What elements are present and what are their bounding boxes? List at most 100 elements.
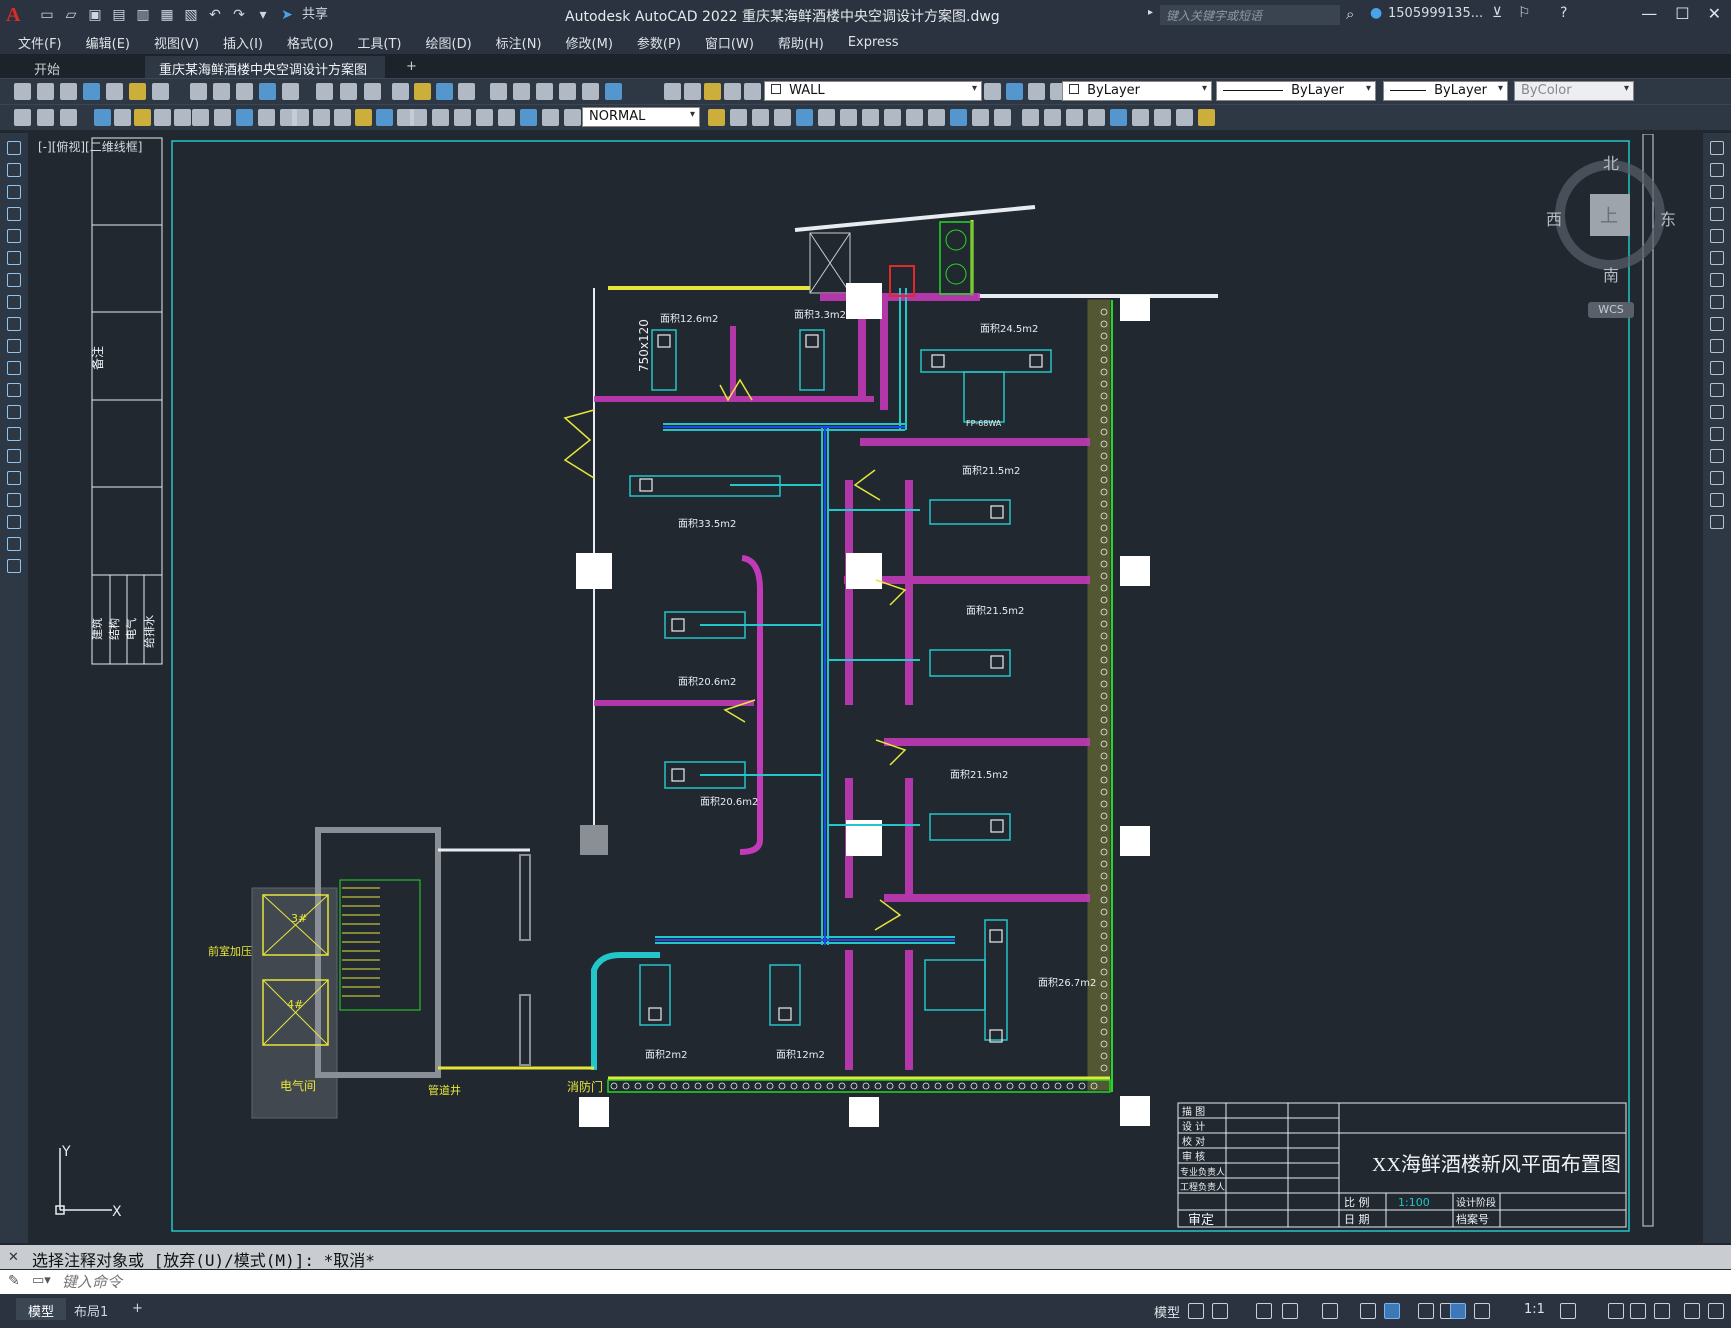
annotation-scale[interactable]: 1:1 xyxy=(1524,1302,1545,1317)
modify-tool-icon[interactable] xyxy=(1710,229,1724,243)
minimize-icon[interactable]: — xyxy=(1641,4,1657,23)
menu-edit[interactable]: 编辑(E) xyxy=(86,33,130,52)
draw-tool-icon[interactable] xyxy=(7,251,21,265)
dimension-tool-icon[interactable] xyxy=(730,109,747,126)
modify-tool-icon[interactable] xyxy=(1710,383,1724,397)
dimension-tool-icon[interactable] xyxy=(1110,109,1127,126)
dimension-tool-icon[interactable] xyxy=(498,109,515,126)
dimension-tool-icon[interactable] xyxy=(154,109,171,126)
standard-tool-icon[interactable] xyxy=(1028,83,1045,100)
standard-tool-icon[interactable] xyxy=(414,83,431,100)
lineweight-dropdown[interactable]: ByLayer ▾ xyxy=(1383,81,1508,101)
customization-menu-icon[interactable] xyxy=(1708,1303,1724,1319)
dimension-tool-icon[interactable] xyxy=(774,109,791,126)
clean-screen-icon[interactable] xyxy=(1684,1303,1700,1319)
standard-tool-icon[interactable] xyxy=(1006,83,1023,100)
standard-tool-icon[interactable] xyxy=(536,83,553,100)
dimension-tool-icon[interactable] xyxy=(214,109,231,126)
save-web-icon[interactable]: ▦ xyxy=(158,6,176,24)
open-file-icon[interactable]: ▱ xyxy=(62,6,80,24)
add-layout-button[interactable]: + xyxy=(120,1298,155,1320)
modify-tool-icon[interactable] xyxy=(1710,515,1724,529)
drawing-canvas[interactable]: 备注 建筑 结构 电气 给排水 Y X XX海鲜酒楼新风平面布置图 描 图 设 … xyxy=(30,134,1700,1234)
standard-tool-icon[interactable] xyxy=(724,83,741,100)
ortho-icon[interactable] xyxy=(1256,1303,1272,1319)
modify-tool-icon[interactable] xyxy=(1710,273,1724,287)
dimension-tool-icon[interactable] xyxy=(334,109,351,126)
standard-tool-icon[interactable] xyxy=(83,83,100,100)
dimension-tool-icon[interactable] xyxy=(884,109,901,126)
dimension-tool-icon[interactable] xyxy=(1088,109,1105,126)
draw-tool-icon[interactable] xyxy=(7,339,21,353)
dimension-tool-icon[interactable] xyxy=(994,109,1011,126)
auto-scale-icon[interactable] xyxy=(1474,1303,1490,1319)
compass-west[interactable]: 西 xyxy=(1546,206,1562,230)
draw-tool-icon[interactable] xyxy=(7,229,21,243)
draw-tool-icon[interactable] xyxy=(7,427,21,441)
dimension-tool-icon[interactable] xyxy=(542,109,559,126)
app-store-icon[interactable]: ⚐ xyxy=(1518,5,1531,21)
standard-tool-icon[interactable] xyxy=(213,83,230,100)
dimension-tool-icon[interactable] xyxy=(752,109,769,126)
isodraft-icon[interactable] xyxy=(1322,1303,1338,1319)
annotation-visibility-icon[interactable] xyxy=(1450,1303,1466,1319)
standard-tool-icon[interactable] xyxy=(259,83,276,100)
standard-tool-icon[interactable] xyxy=(704,83,721,100)
standard-tool-icon[interactable] xyxy=(60,83,77,100)
dimension-tool-icon[interactable] xyxy=(355,109,372,126)
menu-draw[interactable]: 绘图(D) xyxy=(426,33,472,52)
redo-icon[interactable]: ↷ xyxy=(230,6,248,24)
dimension-tool-icon[interactable] xyxy=(60,109,77,126)
modify-tool-icon[interactable] xyxy=(1710,449,1724,463)
dimension-tool-icon[interactable] xyxy=(708,109,725,126)
draw-tool-icon[interactable] xyxy=(7,185,21,199)
dimension-tool-icon[interactable] xyxy=(432,109,449,126)
standard-tool-icon[interactable] xyxy=(37,83,54,100)
dimension-tool-icon[interactable] xyxy=(564,109,581,126)
draw-tool-icon[interactable] xyxy=(7,163,21,177)
customize-dropdown-icon[interactable]: ▾ xyxy=(254,6,272,24)
menu-dimension[interactable]: 标注(N) xyxy=(496,33,542,52)
textstyle-dropdown[interactable]: NORMAL ▾ xyxy=(582,107,700,127)
dimension-tool-icon[interactable] xyxy=(928,109,945,126)
dimension-tool-icon[interactable] xyxy=(114,109,131,126)
dimension-tool-icon[interactable] xyxy=(1022,109,1039,126)
standard-tool-icon[interactable] xyxy=(340,83,357,100)
units-icon[interactable] xyxy=(1630,1303,1646,1319)
help-icon[interactable]: ? xyxy=(1560,5,1567,21)
dimension-tool-icon[interactable] xyxy=(1176,109,1193,126)
dimension-tool-icon[interactable] xyxy=(972,109,989,126)
model-space-label[interactable]: 模型 xyxy=(1154,1302,1180,1321)
object-snap-icon[interactable] xyxy=(1384,1303,1400,1319)
dimension-tool-icon[interactable] xyxy=(520,109,537,126)
save-icon[interactable]: ▣ xyxy=(86,6,104,24)
autocad-logo-icon[interactable]: A xyxy=(6,4,28,26)
draw-tool-icon[interactable] xyxy=(7,515,21,529)
annotation-monitor-icon[interactable] xyxy=(1608,1303,1624,1319)
new-file-icon[interactable]: ▭ xyxy=(38,6,56,24)
draw-tool-icon[interactable] xyxy=(7,449,21,463)
compass-south[interactable]: 南 xyxy=(1603,262,1619,286)
menu-insert[interactable]: 插入(I) xyxy=(223,33,263,52)
modify-tool-icon[interactable] xyxy=(1710,141,1724,155)
plotstyle-dropdown[interactable]: ByColor ▾ xyxy=(1514,81,1634,101)
standard-tool-icon[interactable] xyxy=(236,83,253,100)
dimension-tool-icon[interactable] xyxy=(94,109,111,126)
tab-active-drawing[interactable]: 重庆某海鲜酒楼中央空调设计方案图* × xyxy=(145,56,385,93)
modify-tool-icon[interactable] xyxy=(1710,471,1724,485)
standard-tool-icon[interactable] xyxy=(684,83,701,100)
modify-tool-icon[interactable] xyxy=(1710,163,1724,177)
dimension-tool-icon[interactable] xyxy=(37,109,54,126)
standard-tool-icon[interactable] xyxy=(984,83,1001,100)
command-input[interactable] xyxy=(62,1272,1662,1292)
workspace-gear-icon[interactable] xyxy=(1560,1303,1576,1319)
dimension-tool-icon[interactable] xyxy=(796,109,813,126)
wrench-icon[interactable]: ✎ xyxy=(8,1273,20,1289)
command-line[interactable]: ✎ ▭▾ xyxy=(0,1270,1731,1294)
modify-tool-icon[interactable] xyxy=(1710,207,1724,221)
menu-view[interactable]: 视图(V) xyxy=(154,33,199,52)
dimension-tool-icon[interactable] xyxy=(950,109,967,126)
compass-north[interactable]: 北 xyxy=(1603,150,1619,174)
menu-parametric[interactable]: 参数(P) xyxy=(637,33,681,52)
standard-tool-icon[interactable] xyxy=(744,83,761,100)
